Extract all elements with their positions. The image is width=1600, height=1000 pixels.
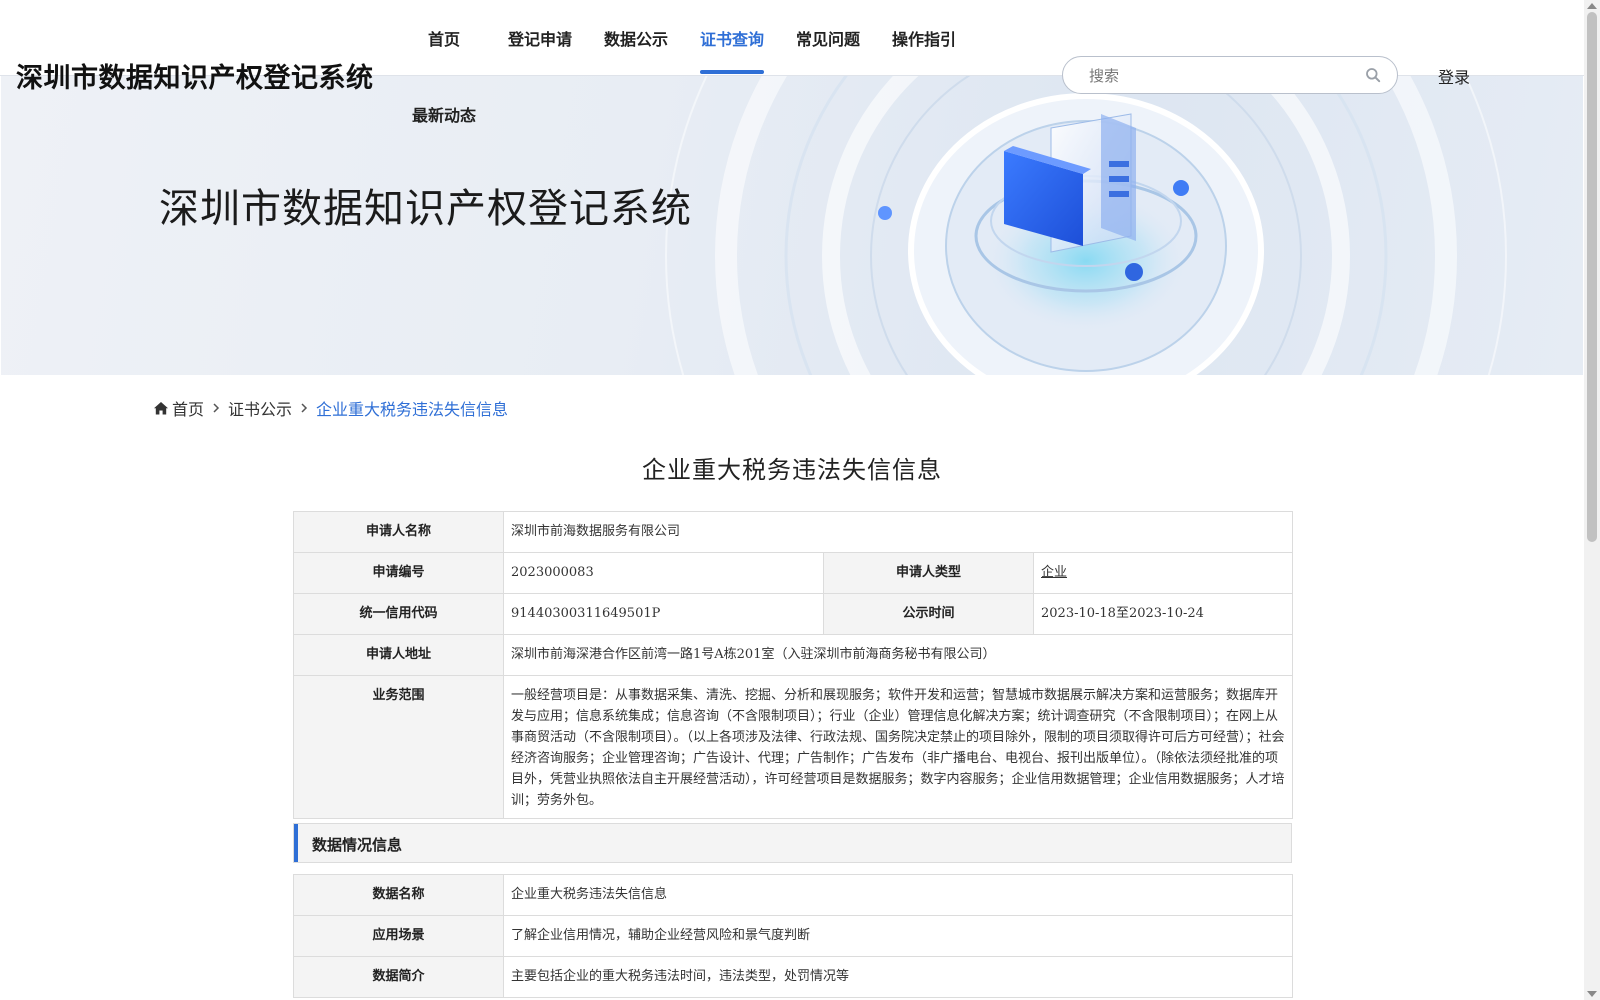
data-intro-value: 主要包括企业的重大税务违法时间，违法类型，处罚情况等	[503, 956, 1293, 998]
table-row: 数据名称 企业重大税务违法失信信息	[293, 874, 1293, 916]
search-box[interactable]	[1062, 56, 1398, 94]
data-name-label: 数据名称	[293, 874, 504, 916]
chevron-right-icon	[213, 403, 220, 413]
data-info-table: 数据名称 企业重大税务违法失信信息 应用场景 了解企业信用情况，辅助企业经营风险…	[293, 874, 1293, 998]
table-row: 业务范围 一般经营项目是：从事数据采集、清洗、挖掘、分析和展现服务；软件开发和运…	[293, 675, 1294, 819]
applicant-address-value: 深圳市前海深港合作区前湾一路1号A栋201室（入驻深圳市前海商务秘书有限公司）	[502, 634, 1294, 676]
breadcrumb-home[interactable]: 首页	[172, 396, 204, 420]
search-input[interactable]	[1087, 65, 1351, 87]
page-title: 企业重大税务违法失信信息	[642, 456, 942, 484]
scenario-label: 应用场景	[293, 915, 504, 957]
applicant-name-label: 申请人名称	[293, 511, 504, 553]
data-intro-label: 数据简介	[293, 956, 504, 998]
table-row: 申请人地址 深圳市前海深港合作区前湾一路1号A栋201室（入驻深圳市前海商务秘书…	[293, 634, 1294, 676]
breadcrumb-parent[interactable]: 证书公示	[228, 396, 292, 420]
nav-home[interactable]: 首页	[428, 26, 460, 50]
credit-code-label: 统一信用代码	[293, 593, 504, 635]
scroll-down-icon[interactable]	[1587, 991, 1597, 997]
nav-certificate-query[interactable]: 证书查询	[700, 26, 764, 50]
table-row: 申请人名称 深圳市前海数据服务有限公司	[293, 511, 1294, 553]
page-scrollbar[interactable]	[1584, 0, 1600, 1000]
table-row: 统一信用代码 91440300311649501P 公示时间 2023-10-1…	[293, 593, 1294, 635]
table-row: 申请编号 2023000083 申请人类型 企业	[293, 552, 1294, 594]
scrollbar-thumb[interactable]	[1587, 12, 1597, 542]
scenario-value: 了解企业信用情况，辅助企业经营风险和景气度判断	[503, 915, 1293, 957]
breadcrumb-current[interactable]: 企业重大税务违法失信信息	[316, 396, 508, 420]
applicant-info-table: 申请人名称 深圳市前海数据服务有限公司 申请编号 2023000083 申请人类…	[293, 511, 1294, 819]
nav-active-indicator	[700, 70, 764, 74]
banner-title: 深圳市数据知识产权登记系统	[159, 186, 692, 232]
nav-latest-news[interactable]: 最新动态	[412, 102, 476, 126]
scroll-up-icon[interactable]	[1587, 3, 1597, 9]
table-row: 应用场景 了解企业信用情况，辅助企业经营风险和景气度判断	[293, 915, 1293, 957]
publicity-time-label: 公示时间	[823, 593, 1034, 635]
nav-registration[interactable]: 登记申请	[508, 26, 572, 50]
home-icon[interactable]	[154, 401, 168, 415]
site-title[interactable]: 深圳市数据知识产权登记系统	[16, 56, 374, 95]
section-title: 数据情况信息	[312, 836, 403, 854]
application-number-value: 2023000083	[503, 552, 824, 594]
breadcrumb: 首页 证书公示 企业重大税务违法失信信息	[154, 396, 508, 420]
credit-code-value: 91440300311649501P	[503, 593, 824, 635]
table-row: 数据简介 主要包括企业的重大税务违法时间，违法类型，处罚情况等	[293, 956, 1293, 998]
data-name-value: 企业重大税务违法失信信息	[503, 874, 1293, 916]
applicant-type-link[interactable]: 企业	[1041, 565, 1067, 580]
business-scope-value: 一般经营项目是：从事数据采集、清洗、挖掘、分析和展现服务；软件开发和运营；智慧城…	[502, 675, 1294, 819]
hero-banner: 深圳市数据知识产权登记系统	[1, 76, 1583, 375]
applicant-type-label: 申请人类型	[823, 552, 1034, 594]
applicant-address-label: 申请人地址	[293, 634, 504, 676]
business-scope-label: 业务范围	[293, 675, 504, 819]
applicant-name-value: 深圳市前海数据服务有限公司	[502, 511, 1294, 553]
application-number-label: 申请编号	[293, 552, 504, 594]
login-link[interactable]: 登录	[1438, 64, 1470, 88]
nav-guide[interactable]: 操作指引	[892, 26, 956, 50]
publicity-time-value: 2023-10-18至2023-10-24	[1032, 593, 1294, 635]
data-info-section-header: 数据情况信息	[293, 823, 1292, 863]
nav-data-publicity[interactable]: 数据公示	[604, 26, 668, 50]
chevron-right-icon	[301, 403, 308, 413]
section-accent-bar	[294, 824, 298, 862]
nav-faq[interactable]: 常见问题	[796, 26, 860, 50]
search-icon[interactable]	[1365, 67, 1381, 83]
